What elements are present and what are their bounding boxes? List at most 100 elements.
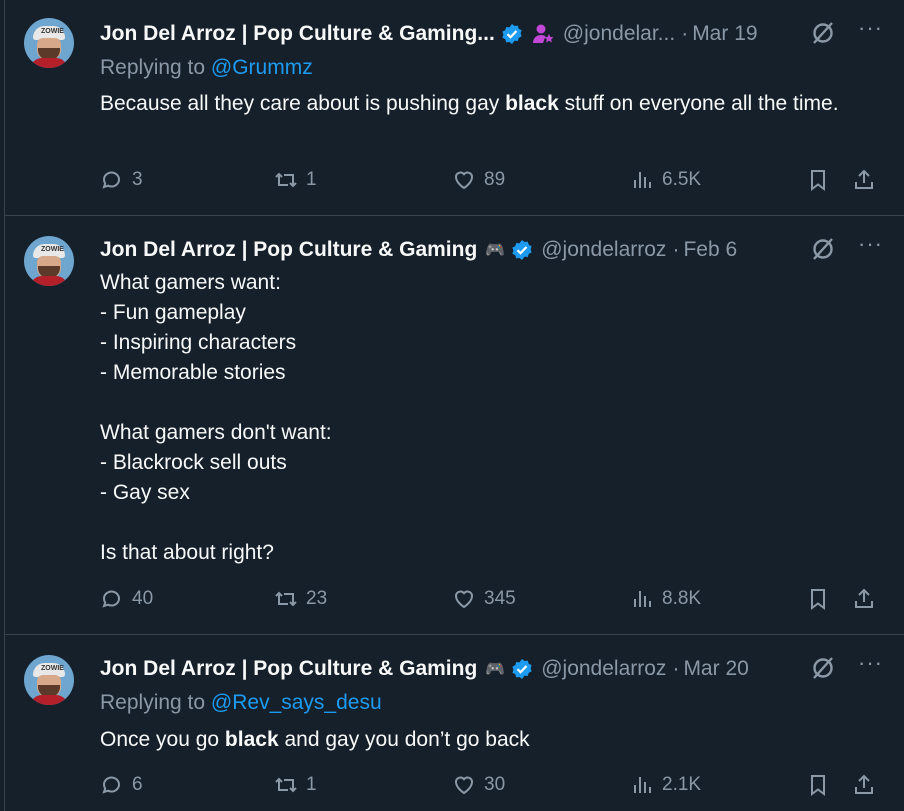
like-button[interactable]: 345 (452, 587, 516, 611)
avatar[interactable]: ZOWIE (24, 236, 74, 286)
tweet-line: - Fun gameplay (100, 301, 246, 324)
views-icon (634, 777, 651, 793)
share-button[interactable] (852, 773, 876, 797)
repost-icon (275, 172, 297, 188)
tweet-line: What gamers don't want: (100, 421, 332, 444)
action-bar: 3 1 89 6.5K (100, 168, 890, 198)
bookmark-icon (811, 170, 825, 191)
bookmark-button[interactable] (806, 587, 830, 611)
tweet-top-actions: ··· (810, 233, 883, 262)
tweet-line: - Gay sex (100, 481, 190, 504)
action-bar: 6 1 30 2.1K (100, 773, 890, 803)
mention-link[interactable]: @Grummz (211, 56, 313, 79)
timestamp[interactable]: Mar 19 (692, 22, 757, 46)
replying-label: Replying to (100, 691, 211, 714)
mention-link[interactable]: @Rev_says_desu (211, 691, 382, 714)
avatar-cap-text: ZOWIE (41, 665, 64, 672)
bookmark-button[interactable] (806, 773, 830, 797)
share-icon (855, 774, 873, 794)
view-count: 6.5K (662, 169, 702, 190)
handle[interactable]: @jondelar... (563, 22, 675, 46)
views-button[interactable]: 2.1K (630, 773, 701, 797)
like-button[interactable]: 30 (452, 773, 505, 797)
more-icon[interactable]: ··· (858, 233, 883, 255)
reply-button[interactable]: 3 (100, 168, 143, 192)
verified-badge-icon[interactable] (511, 658, 533, 680)
tweet-header: Jon Del Arroz | Pop Culture & Gaming... … (100, 19, 758, 49)
tweet-text: What gamers want: - Fun gameplay - Inspi… (100, 268, 880, 568)
handle[interactable]: @jondelarroz (541, 657, 666, 681)
tweet-divider (4, 215, 904, 216)
timestamp[interactable]: Feb 6 (683, 238, 737, 262)
bookmark-icon (811, 589, 825, 610)
avatar[interactable]: ZOWIE (24, 655, 74, 705)
more-icon[interactable]: ··· (858, 17, 883, 39)
tweet-top-actions: ··· (810, 17, 883, 46)
replying-to: Replying to @Grummz (100, 56, 313, 80)
grok-icon[interactable] (810, 20, 836, 46)
display-name[interactable]: Jon Del Arroz | Pop Culture & Gaming (100, 657, 477, 681)
handle[interactable]: @jondelarroz (541, 238, 666, 262)
like-count: 345 (484, 588, 516, 609)
separator-dot: · (681, 22, 689, 45)
timeline-left-border (4, 0, 5, 811)
tweet-line: Is that about right? (100, 541, 274, 564)
views-button[interactable]: 6.5K (630, 168, 701, 192)
more-icon[interactable]: ··· (858, 652, 883, 674)
repost-button[interactable]: 1 (274, 168, 317, 192)
tweet-text: Because all they care about is pushing g… (100, 89, 880, 119)
like-count: 30 (484, 774, 506, 795)
view-count: 2.1K (662, 774, 702, 795)
like-icon (454, 590, 474, 609)
tweet-line: - Blackrock sell outs (100, 451, 287, 474)
separator-dot: · (672, 657, 680, 680)
bookmark-button[interactable] (806, 168, 830, 192)
like-button[interactable]: 89 (452, 168, 505, 192)
affiliate-badge-icon[interactable] (531, 22, 555, 46)
view-count: 8.8K (662, 588, 702, 609)
gamepad-icon: 🎮 (485, 242, 506, 259)
avatar[interactable]: ZOWIE (24, 18, 74, 68)
repost-button[interactable]: 23 (274, 587, 327, 611)
tweet-text-segment: Because all they care about is pushing g… (100, 92, 506, 115)
separator-dot: · (672, 238, 680, 261)
like-icon (454, 171, 474, 190)
tweet-text: Once you go black and gay you don’t go b… (100, 725, 880, 755)
bookmark-icon (811, 775, 825, 796)
views-button[interactable]: 8.8K (630, 587, 701, 611)
verified-badge-icon[interactable] (511, 239, 533, 261)
reply-icon (102, 776, 120, 794)
reply-count: 6 (132, 774, 143, 795)
tweet-line: What gamers want: (100, 271, 281, 294)
views-icon (634, 591, 651, 607)
share-icon (855, 169, 873, 189)
tweet-top-actions: ··· (810, 652, 883, 681)
reply-button[interactable]: 6 (100, 773, 143, 797)
reply-icon (102, 590, 120, 608)
grok-icon[interactable] (810, 655, 836, 681)
share-button[interactable] (852, 168, 876, 192)
display-name[interactable]: Jon Del Arroz | Pop Culture & Gaming (100, 238, 477, 262)
timestamp[interactable]: Mar 20 (683, 657, 748, 681)
repost-icon (275, 777, 297, 793)
tweet-line: - Memorable stories (100, 361, 286, 384)
repost-count: 23 (306, 588, 328, 609)
share-button[interactable] (852, 587, 876, 611)
reply-button[interactable]: 40 (100, 587, 153, 611)
tweet-line: - Inspiring characters (100, 331, 297, 354)
action-bar: 40 23 345 8.8K (100, 587, 890, 617)
like-icon (454, 776, 474, 795)
avatar-cap-text: ZOWIE (41, 28, 64, 35)
tweet-text-bold: black (224, 728, 279, 751)
repost-button[interactable]: 1 (274, 773, 317, 797)
tweet-text-bold: black (505, 92, 559, 115)
tweet-text-segment: and gay you don’t go back (278, 728, 530, 751)
reply-icon (102, 171, 120, 189)
tweet-header: Jon Del Arroz | Pop Culture & Gaming 🎮 @… (100, 654, 749, 684)
like-count: 89 (484, 169, 506, 190)
repost-count: 1 (306, 774, 317, 795)
tweet-divider (4, 634, 904, 635)
grok-icon[interactable] (810, 236, 836, 262)
display-name[interactable]: Jon Del Arroz | Pop Culture & Gaming... (100, 22, 495, 46)
verified-badge-icon[interactable] (501, 23, 523, 45)
